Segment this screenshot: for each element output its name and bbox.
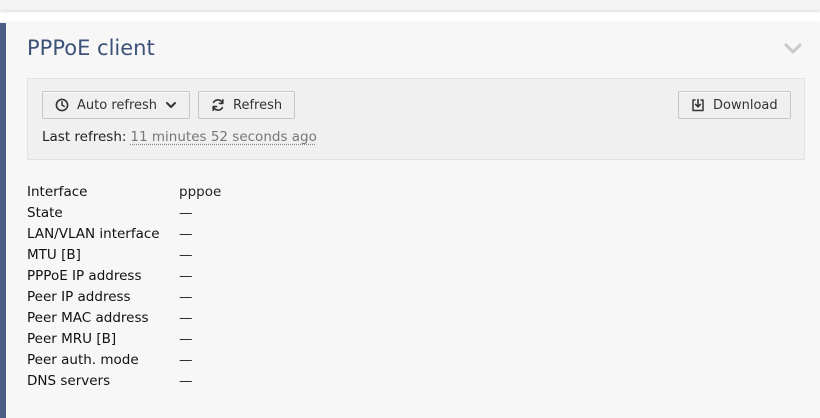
info-value: — — [179, 267, 193, 284]
info-row-dns-servers: DNS servers — — [27, 370, 627, 391]
refresh-label: Refresh — [233, 97, 283, 113]
info-label: PPPoE IP address — [27, 267, 142, 284]
toolbar: Auto refresh Refresh Download Last refre… — [27, 78, 805, 160]
pppoe-info-list: Interface pppoe State — LAN/VLAN interfa… — [27, 181, 627, 391]
info-value: — — [179, 288, 193, 305]
chevron-down-icon — [165, 99, 177, 111]
info-row-lan-vlan-interface: LAN/VLAN interface — — [27, 223, 627, 244]
collapse-chevron-icon[interactable] — [783, 38, 803, 58]
info-row-peer-mru: Peer MRU [B] — — [27, 328, 627, 349]
panel-title: PPPoE client — [27, 36, 155, 60]
info-label: DNS servers — [27, 372, 111, 389]
info-label: Peer MAC address — [27, 309, 149, 326]
info-value: — — [179, 351, 193, 368]
info-row-mtu: MTU [B] — — [27, 244, 627, 265]
info-label: State — [27, 204, 63, 221]
info-label: Peer MRU [B] — [27, 330, 117, 347]
last-refresh: Last refresh: 11 minutes 52 seconds ago — [42, 129, 317, 145]
info-value: — — [179, 330, 193, 347]
panel-accent-bar — [0, 23, 6, 418]
info-value: — — [179, 309, 193, 326]
info-value: — — [179, 246, 193, 263]
info-value: — — [179, 372, 193, 389]
info-row-state: State — — [27, 202, 627, 223]
info-row-peer-mac-address: Peer MAC address — — [27, 307, 627, 328]
auto-refresh-label: Auto refresh — [77, 97, 158, 113]
info-row-pppoe-ip-address: PPPoE IP address — — [27, 265, 627, 286]
info-row-peer-ip-address: Peer IP address — — [27, 286, 627, 307]
last-refresh-label: Last refresh: — [42, 129, 127, 145]
download-icon — [691, 98, 705, 112]
info-row-interface: Interface pppoe — [27, 181, 627, 202]
refresh-button[interactable]: Refresh — [198, 91, 295, 119]
auto-refresh-button[interactable]: Auto refresh — [42, 91, 190, 119]
info-value: — — [179, 225, 193, 242]
info-label: LAN/VLAN interface — [27, 225, 160, 242]
info-value: pppoe — [179, 183, 222, 200]
top-strip — [0, 0, 820, 10]
page: PPPoE client Auto refresh Refresh Downlo… — [0, 0, 820, 418]
download-label: Download — [713, 97, 778, 113]
download-button[interactable]: Download — [678, 91, 791, 119]
pppoe-client-panel: PPPoE client Auto refresh Refresh Downlo… — [0, 23, 820, 418]
info-value: — — [179, 204, 193, 221]
info-label: Interface — [27, 183, 88, 200]
info-label: Peer auth. mode — [27, 351, 139, 368]
info-label: Peer IP address — [27, 288, 131, 305]
clock-icon — [55, 98, 69, 112]
info-row-peer-auth-mode: Peer auth. mode — — [27, 349, 627, 370]
last-refresh-time: 11 minutes 52 seconds ago — [130, 129, 317, 145]
refresh-icon — [211, 98, 225, 112]
info-label: MTU [B] — [27, 246, 81, 263]
